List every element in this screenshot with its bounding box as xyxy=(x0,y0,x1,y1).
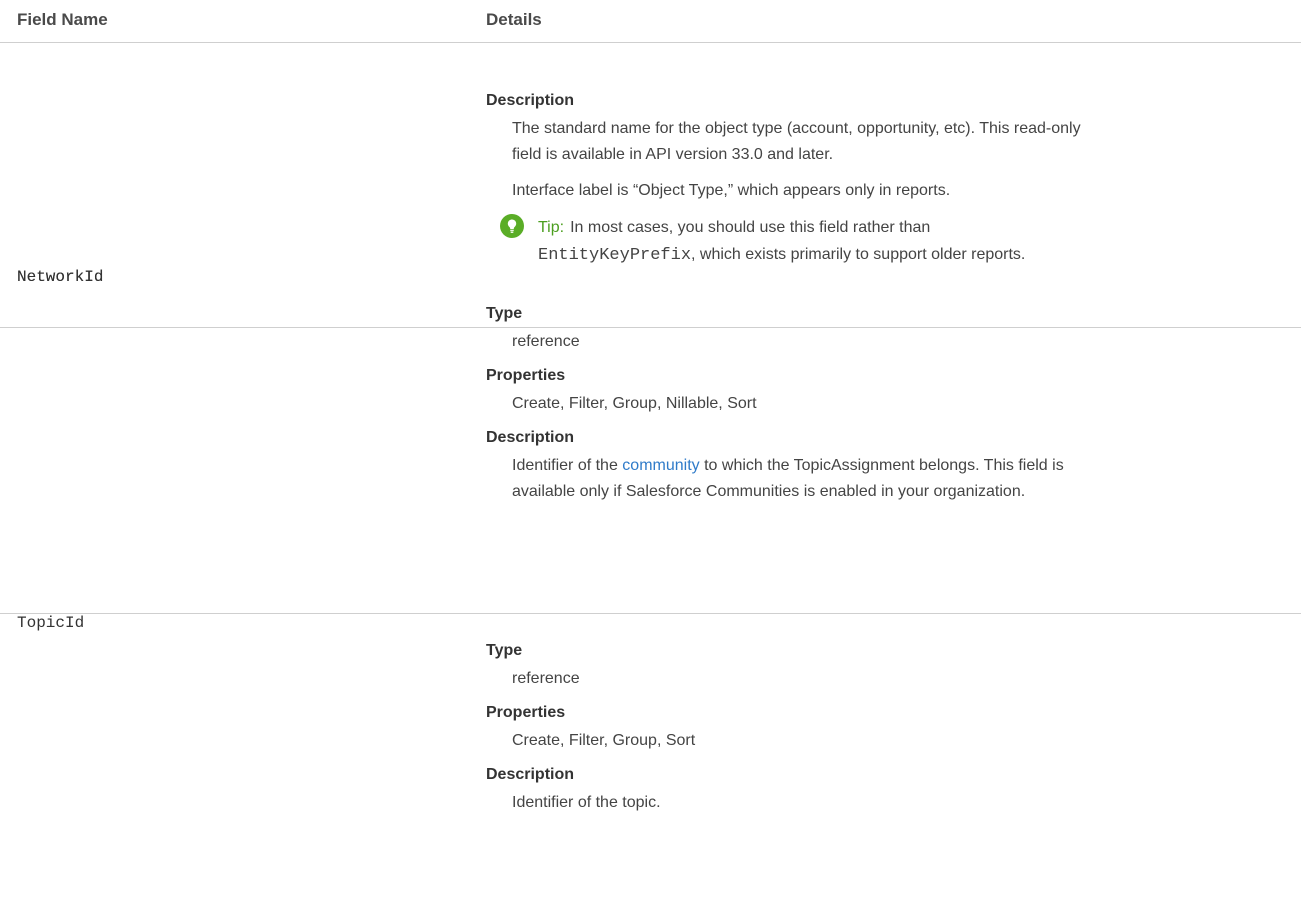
description-label: Description xyxy=(486,766,575,783)
tip-box: Tip: In most cases, you should use this f… xyxy=(500,214,1286,269)
field-details-networkid: Type reference Properties Create, Filter… xyxy=(486,303,1286,505)
tip-line: , which exists primarily to support olde… xyxy=(691,246,1026,263)
field-details-topicid: Type reference Properties Create, Filter… xyxy=(486,640,1286,816)
description-label: Description xyxy=(486,429,575,446)
description-line: The standard name for the object type (a… xyxy=(512,120,1081,137)
type-value: reference xyxy=(512,670,580,687)
description-line: Identifier of the xyxy=(512,457,623,474)
description-text: Identifier of the community to which the… xyxy=(512,453,1286,505)
properties-value: Create, Filter, Group, Nillable, Sort xyxy=(512,395,757,412)
description-label: Description xyxy=(486,92,575,109)
type-label: Type xyxy=(486,642,523,659)
tip-line: In most cases, you should use this field… xyxy=(570,219,931,236)
tip-label: Tip: xyxy=(538,219,565,236)
properties-label: Properties xyxy=(486,367,566,384)
properties-label: Properties xyxy=(486,704,566,721)
description-line: to which the TopicAssignment belongs. Th… xyxy=(699,457,1064,474)
description-value: Identifier of the topic. xyxy=(512,794,661,811)
description-line: available only if Salesforce Communities… xyxy=(512,483,1026,500)
column-header-details: Details xyxy=(486,10,542,29)
type-label: Type xyxy=(486,305,523,322)
properties-value: Create, Filter, Group, Sort xyxy=(512,732,696,749)
field-table: Field Name Details Description The stand… xyxy=(0,0,1301,909)
code-entity-key-prefix: EntityKeyPrefix xyxy=(538,246,692,265)
table-row: Description The standard name for the ob… xyxy=(0,43,1301,328)
column-header-field-name: Field Name xyxy=(17,10,108,29)
field-details: Description The standard name for the ob… xyxy=(486,90,1286,269)
field-name-networkid: NetworkId xyxy=(17,268,104,286)
description-line: field is available in API version 33.0 a… xyxy=(512,146,834,163)
field-name-topicid: TopicId xyxy=(17,614,85,632)
interface-label-text: Interface label is “Object Type,” which … xyxy=(512,182,951,199)
tip-text: Tip: In most cases, you should use this f… xyxy=(538,214,1286,269)
community-link[interactable]: community xyxy=(622,457,699,474)
description-text: The standard name for the object type (a… xyxy=(512,116,1286,168)
table-header: Field Name Details xyxy=(0,0,1301,43)
type-value: reference xyxy=(512,333,580,350)
lightbulb-icon xyxy=(500,214,524,238)
